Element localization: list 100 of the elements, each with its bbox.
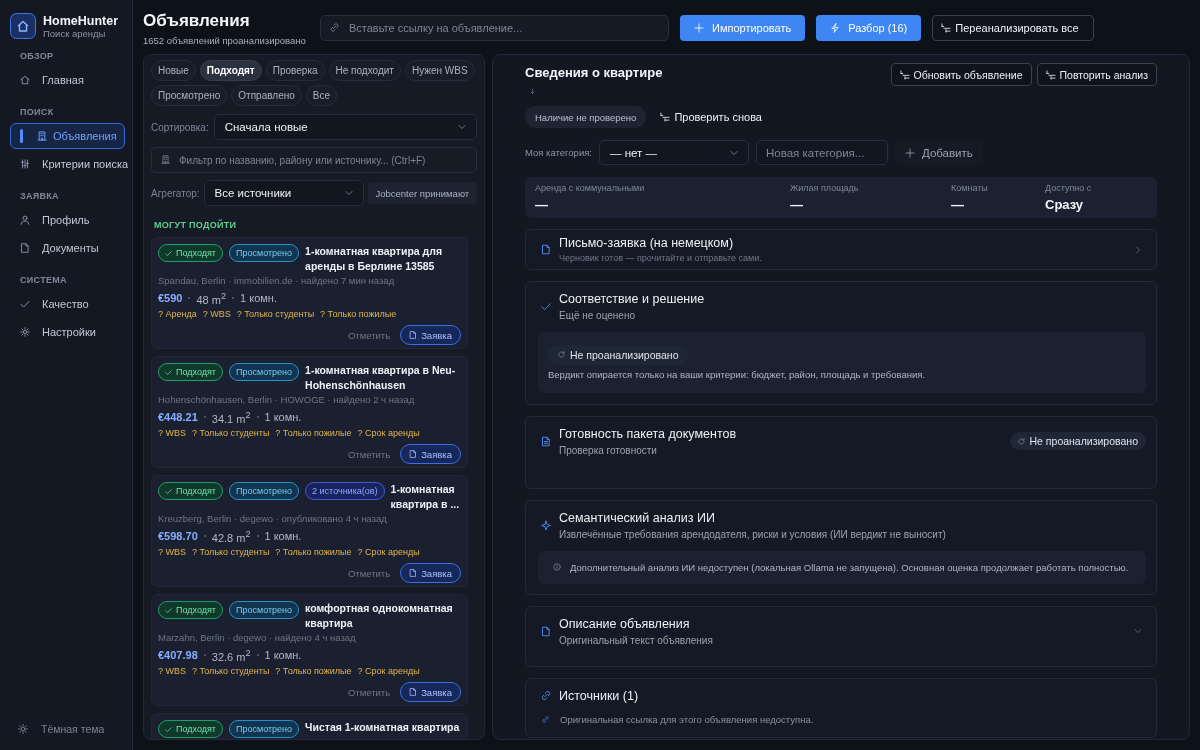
chevron-down-icon: [458, 123, 466, 131]
sort-select[interactable]: Сначала новые: [213, 114, 477, 140]
house-logo-icon: [10, 13, 36, 39]
mark-link[interactable]: Отметить: [347, 567, 391, 579]
status-badge: Просмотрено: [229, 720, 300, 738]
apply-button[interactable]: Заявка: [400, 563, 461, 583]
listing-card[interactable]: Подходят Просмотрено Чистая 1-комнатная квартира: [151, 713, 468, 739]
refresh-icon: [558, 351, 565, 358]
listing-rooms: 1 комн.: [240, 292, 277, 304]
fact-value: —: [790, 196, 803, 214]
person-icon: [20, 215, 30, 225]
requirement-tag: ? Только студенты: [192, 427, 270, 439]
requirement-tag: ? Только пожилые: [275, 427, 352, 439]
listing-rooms: 1 комн.: [264, 411, 302, 423]
lines-icon: [941, 23, 952, 33]
status-badge: Просмотрено: [229, 244, 300, 262]
document-icon: [409, 688, 418, 696]
section-subtitle: Черновик готов — прочитайте и отправьте сами.: [559, 252, 762, 264]
check-icon: [165, 606, 172, 614]
requirement-tag: ? Срок аренды: [357, 427, 420, 439]
fact-label: Комнаты: [951, 182, 988, 194]
apply-button[interactable]: Заявка: [400, 444, 461, 464]
section-title: Источники (1): [559, 687, 639, 704]
sparkle-icon: [541, 519, 551, 531]
requirement-tag: ? Только студенты: [192, 546, 270, 558]
listing-price: €448.21: [158, 411, 198, 423]
apply-button[interactable]: Заявка: [400, 682, 461, 702]
filter-chip[interactable]: Отправлено: [231, 85, 302, 106]
section-title: Готовность пакета документов: [559, 425, 737, 442]
sort-label: Сортировка:: [151, 121, 209, 133]
fact-label: Доступно с: [1045, 182, 1092, 194]
listing-card[interactable]: [151, 475, 468, 587]
apply-button[interactable]: Заявка: [400, 325, 461, 345]
filter-chip[interactable]: Не подходит: [328, 60, 401, 81]
listing-area: 42.8 m$^{2}$: [211, 528, 251, 544]
page-title: Объявления: [143, 10, 250, 32]
filter-chip[interactable]: Подходят: [199, 60, 262, 81]
requirement-tag: ? WBS: [202, 308, 231, 320]
filter-chip[interactable]: Просмотрено: [151, 85, 228, 106]
theme-toggle[interactable]: Тёмная тема: [10, 722, 105, 736]
lines-icon: [899, 69, 910, 80]
nav-item[interactable]: Профиль: [10, 207, 125, 233]
requirement-tag: ? Только пожилые: [275, 665, 352, 677]
availability-badge: Наличие не проверено: [525, 106, 647, 128]
section-card[interactable]: Описание объявления Оригинальный текст объявления: [525, 605, 1157, 667]
status-badge: Просмотрено: [229, 601, 300, 619]
check-icon: [20, 299, 30, 309]
filter-chip[interactable]: Новые: [151, 60, 196, 81]
fact-label: Аренда с коммунальными: [535, 182, 645, 194]
filter-chip[interactable]: Все: [305, 85, 338, 106]
building-icon: [37, 131, 47, 141]
status-badge: 2 источника(ов): [305, 482, 385, 500]
jobcenter-filter-button[interactable]: Jobcenter принимают: [367, 182, 477, 204]
requirement-tag: ? Только пожилые: [320, 308, 397, 320]
filter-chip[interactable]: Проверка: [265, 60, 325, 81]
sliders-icon: [20, 159, 30, 169]
filter-input-field[interactable]: Фильтр по названию, району или источнику... (Ctrl+F): [151, 147, 477, 173]
listing-price: €598.70: [158, 530, 198, 542]
nav-item[interactable]: Документы: [10, 235, 125, 261]
action-button[interactable]: Обновить объявление: [890, 63, 1032, 86]
new-category-field[interactable]: Новая категория...: [755, 140, 888, 165]
filter-chip[interactable]: Нужен WBS: [404, 60, 475, 81]
nav-item[interactable]: Качество: [10, 291, 125, 317]
section-card[interactable]: Письмо-заявка (на немецком) Черновик готов — прочитайте и отправьте сами.: [525, 229, 1157, 270]
status-text: Подходят: [176, 605, 216, 615]
requirement-tag: ? Только студенты: [192, 665, 270, 677]
section-title: Описание объявления: [559, 615, 690, 632]
listing-card[interactable]: [151, 356, 468, 468]
mark-link[interactable]: Отметить: [347, 329, 391, 341]
reanalyze-all-button[interactable]: Переанализировать все: [932, 15, 1094, 41]
action-button[interactable]: Повторить анализ: [1036, 63, 1157, 86]
listing-card[interactable]: [151, 237, 468, 349]
aggregator-select[interactable]: Все источники: [203, 180, 364, 206]
link-input-field[interactable]: Вставьте ссылку на объявление...: [320, 15, 669, 41]
link-icon: [330, 23, 339, 32]
lines-icon: [1045, 69, 1056, 80]
requirement-tag: ? WBS: [158, 427, 186, 439]
info-icon: [553, 563, 561, 571]
plus-icon: [904, 147, 915, 158]
nav-item[interactable]: Настройки: [10, 319, 125, 345]
recheck-button[interactable]: Проверить снова: [660, 111, 762, 123]
import-button[interactable]: Импортировать: [680, 15, 806, 41]
nav-section-title: ОБЗОР: [19, 50, 55, 62]
house-icon: [20, 75, 30, 85]
mark-link[interactable]: Отметить: [347, 686, 391, 698]
link-icon: [541, 690, 551, 701]
check-icon: [165, 368, 172, 376]
requirement-tag: ? WBS: [158, 546, 186, 558]
fact-label: Жилая площадь: [790, 182, 859, 194]
down-arrow-icon: [530, 88, 535, 95]
nav-item[interactable]: Главная: [10, 67, 125, 93]
nav-item[interactable]: Объявления: [10, 123, 125, 149]
mark-link[interactable]: Отметить: [347, 448, 391, 460]
category-select[interactable]: — нет —: [598, 140, 749, 165]
chevron-right-icon: [1134, 245, 1142, 254]
building-icon: [161, 155, 170, 164]
status-text: Подходят: [176, 248, 216, 258]
listing-card[interactable]: Подходят Просмотрено комфортная однокомнатная квартира Marzahn, Berlin · degewo · найдено 4 ч назад €407.98 32.6 m$^{2}$ 1 комн. ? WBS ? Только студенты ? Только пожилые ? Срок аренды Отметить Заявка: [151, 594, 468, 706]
review-button[interactable]: Разбор (16): [816, 15, 922, 41]
nav-section-title: СИСТЕМА: [19, 274, 68, 286]
